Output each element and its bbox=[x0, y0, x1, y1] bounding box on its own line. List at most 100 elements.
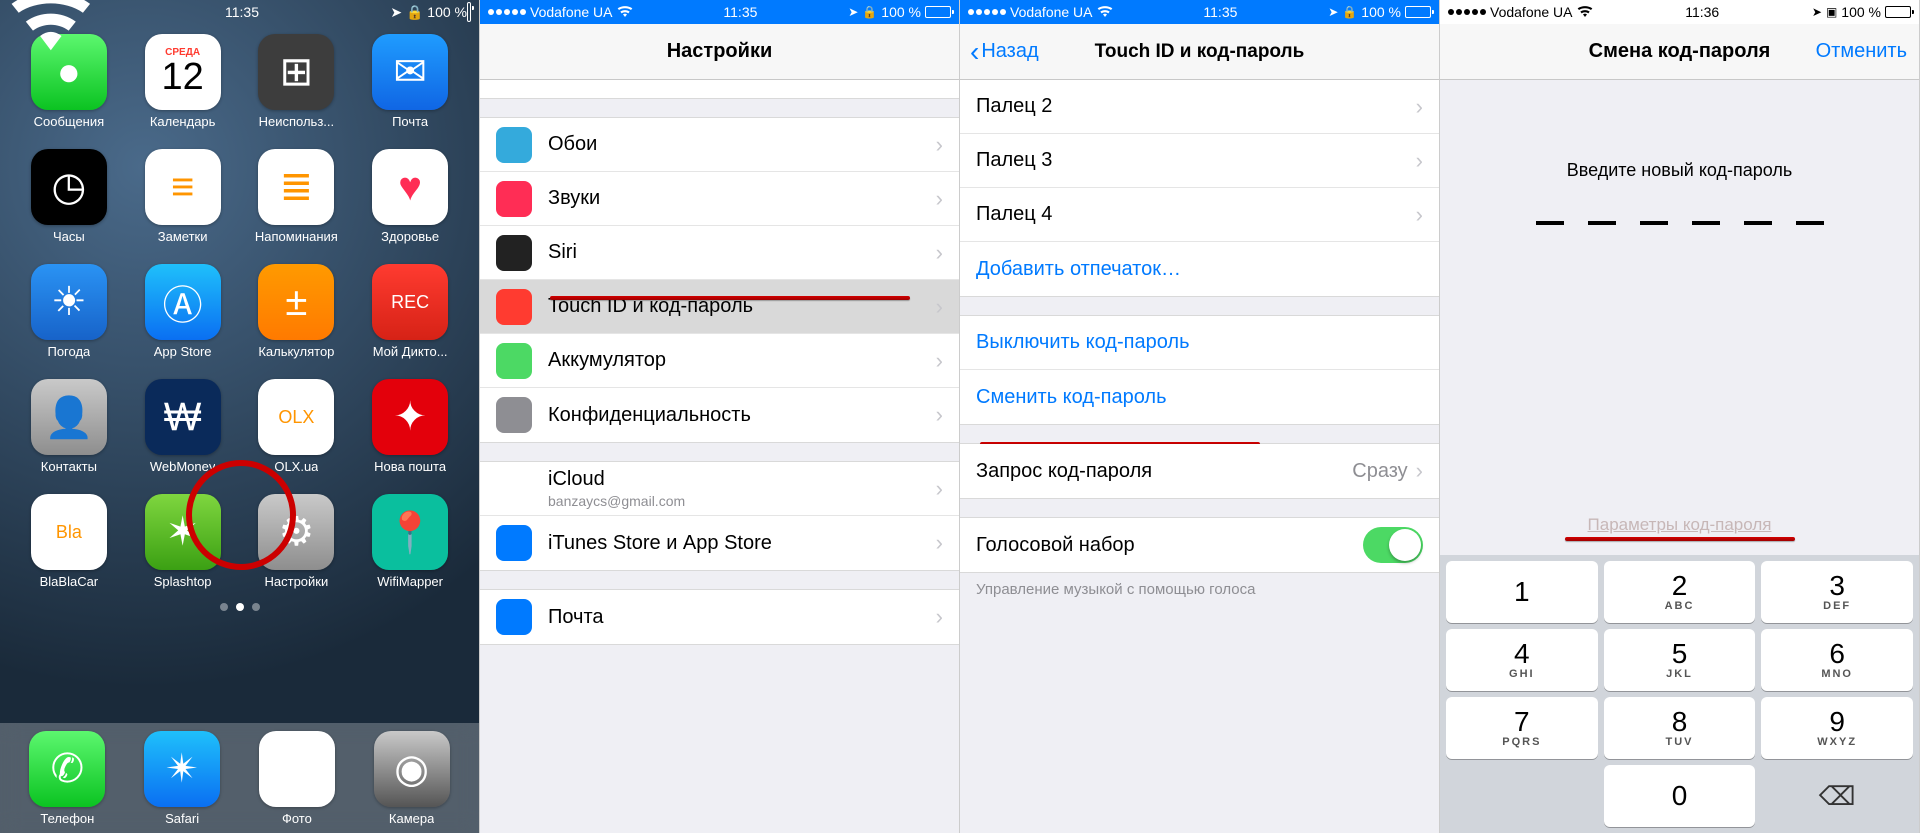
numeric-keypad: 12ABC3DEF4GHI5JKL6MNO7PQRS8TUV9WXYZ0⌫ bbox=[1440, 555, 1919, 833]
dash bbox=[1796, 221, 1824, 225]
back-button[interactable]: ‹ Назад bbox=[970, 36, 1039, 68]
battery-icon bbox=[467, 2, 471, 22]
key-number: 6 bbox=[1829, 640, 1845, 668]
screen-settings: Vodafone UA 11:35 ➤ 🔒 100 % Настройки Об… bbox=[480, 0, 960, 833]
finger-row[interactable]: Палец 2› bbox=[960, 80, 1439, 134]
key-number: 8 bbox=[1672, 708, 1688, 736]
row-sublabel: banzaycs@gmail.com bbox=[548, 493, 936, 509]
carrier-label: Vodafone UA bbox=[1010, 4, 1093, 20]
dock: ✆Телефон ✴Safari ✿Фото ◉Камера bbox=[0, 723, 479, 833]
dock-app-Safari[interactable]: ✴Safari bbox=[144, 731, 220, 826]
settings-row-iCloud[interactable]: iCloudbanzaycs@gmail.com› bbox=[480, 462, 959, 516]
app-icon: Bla bbox=[31, 494, 107, 570]
battery-icon bbox=[1405, 6, 1431, 18]
app-label: Часы bbox=[53, 229, 85, 244]
settings-row-Конфиденциальность[interactable]: Конфиденциальность› bbox=[480, 388, 959, 442]
key-1[interactable]: 1 bbox=[1446, 561, 1598, 623]
key-letters: PQRS bbox=[1502, 736, 1541, 748]
page-indicator bbox=[0, 603, 479, 611]
row-label: Почта bbox=[548, 606, 936, 629]
carrier-label: Vodafone UA bbox=[530, 4, 613, 20]
chevron-right-icon: › bbox=[1416, 94, 1423, 120]
home-background: Vodafone UA 11:35 ➤ 🔒 100 % ●СообщенияСР… bbox=[0, 0, 479, 833]
dock-app-Телефон[interactable]: ✆Телефон bbox=[29, 731, 105, 826]
app-Календарь[interactable]: СРЕДА12Календарь bbox=[132, 34, 234, 129]
app-Калькулятор[interactable]: ±Калькулятор bbox=[246, 264, 348, 359]
dock-app-Фото[interactable]: ✿Фото bbox=[259, 731, 335, 826]
settings-row-Siri[interactable]: Siri› bbox=[480, 226, 959, 280]
clock-label: 11:36 bbox=[1685, 4, 1719, 20]
app-label: Камера bbox=[389, 811, 434, 826]
screen-home: Vodafone UA 11:35 ➤ 🔒 100 % ●СообщенияСР… bbox=[0, 0, 480, 833]
row-icon bbox=[496, 127, 532, 163]
page-title: Настройки bbox=[667, 40, 773, 63]
settings-row-Почта[interactable]: Почта› bbox=[480, 590, 959, 644]
app-Мой Дикто...[interactable]: RECМой Дикто... bbox=[359, 264, 461, 359]
row-label: Палец 2 bbox=[976, 95, 1416, 118]
app-OLX.ua[interactable]: OLXOLX.ua bbox=[246, 379, 348, 474]
key-7[interactable]: 7PQRS bbox=[1446, 697, 1598, 759]
app-Контакты[interactable]: 👤Контакты bbox=[18, 379, 120, 474]
key-3[interactable]: 3DEF bbox=[1761, 561, 1913, 623]
key-letters: TUV bbox=[1665, 736, 1693, 748]
app-Часы[interactable]: ◷Часы bbox=[18, 149, 120, 244]
settings-row-Обои[interactable]: Обои› bbox=[480, 118, 959, 172]
app-Заметки[interactable]: ≡Заметки bbox=[132, 149, 234, 244]
settings-group: Обои›Звуки›Siri›Touch ID и код-пароль›Ак… bbox=[480, 117, 959, 443]
app-Нова пошта[interactable]: ✦Нова пошта bbox=[359, 379, 461, 474]
app-Напоминания[interactable]: ≣Напоминания bbox=[246, 149, 348, 244]
passcode-options-link[interactable]: Параметры код-пароля bbox=[1440, 515, 1919, 535]
key-2[interactable]: 2ABC bbox=[1604, 561, 1756, 623]
key-0[interactable]: 0 bbox=[1604, 765, 1756, 827]
app-label: Фото bbox=[282, 811, 312, 826]
row-label: Запрос код-пароля bbox=[976, 460, 1352, 483]
voice-toggle[interactable] bbox=[1363, 527, 1423, 563]
settings-group: Почта› bbox=[480, 589, 959, 645]
signal-dots-icon bbox=[968, 9, 1006, 15]
app-Неиспольз...[interactable]: ⊞Неиспольз... bbox=[246, 34, 348, 129]
app-Splashtop[interactable]: ✶Splashtop bbox=[132, 494, 234, 589]
orientation-lock-icon: 🔒 bbox=[1342, 5, 1357, 19]
chevron-right-icon: › bbox=[936, 240, 943, 266]
key-number: 7 bbox=[1514, 708, 1530, 736]
row-label: Звуки bbox=[548, 187, 936, 210]
key-5[interactable]: 5JKL bbox=[1604, 629, 1756, 691]
change-passcode-button[interactable]: Сменить код-пароль bbox=[960, 370, 1439, 424]
app-Здоровье[interactable]: ♥Здоровье bbox=[359, 149, 461, 244]
settings-row-iTunes Store и App Store[interactable]: iTunes Store и App Store› bbox=[480, 516, 959, 570]
signal-dots-icon bbox=[488, 9, 526, 15]
request-passcode-row[interactable]: Запрос код-пароля Сразу › bbox=[960, 444, 1439, 498]
app-icon: ✶ bbox=[145, 494, 221, 570]
row-label: Палец 4 bbox=[976, 203, 1416, 226]
app-Погода[interactable]: ☀Погода bbox=[18, 264, 120, 359]
key-number: 5 bbox=[1672, 640, 1688, 668]
key-blank bbox=[1446, 765, 1598, 827]
finger-row[interactable]: Палец 4› bbox=[960, 188, 1439, 242]
app-WifiMapper[interactable]: 📍WifiMapper bbox=[359, 494, 461, 589]
add-fingerprint-button[interactable]: Добавить отпечаток… bbox=[960, 242, 1439, 296]
settings-row-Аккумулятор[interactable]: Аккумулятор› bbox=[480, 334, 959, 388]
finger-row[interactable]: Палец 3› bbox=[960, 134, 1439, 188]
key-6[interactable]: 6MNO bbox=[1761, 629, 1913, 691]
key-delete[interactable]: ⌫ bbox=[1761, 765, 1913, 827]
app-Почта[interactable]: ✉Почта bbox=[359, 34, 461, 129]
disable-passcode-button[interactable]: Выключить код-пароль bbox=[960, 316, 1439, 370]
app-icon: Ⓐ bbox=[145, 264, 221, 340]
row-partial[interactable] bbox=[480, 80, 959, 98]
app-App Store[interactable]: ⒶApp Store bbox=[132, 264, 234, 359]
app-icon: ✆ bbox=[29, 731, 105, 807]
key-4[interactable]: 4GHI bbox=[1446, 629, 1598, 691]
key-9[interactable]: 9WXYZ bbox=[1761, 697, 1913, 759]
key-8[interactable]: 8TUV bbox=[1604, 697, 1756, 759]
settings-row-Звуки[interactable]: Звуки› bbox=[480, 172, 959, 226]
app-WebMoney[interactable]: ₩WebMoney bbox=[132, 379, 234, 474]
settings-row-Touch ID и код-пароль[interactable]: Touch ID и код-пароль› bbox=[480, 280, 959, 334]
clock-label: 11:35 bbox=[1203, 4, 1237, 20]
dock-app-Камера[interactable]: ◉Камера bbox=[374, 731, 450, 826]
chevron-left-icon: ‹ bbox=[970, 36, 979, 68]
app-Настройки[interactable]: ⚙Настройки bbox=[246, 494, 348, 589]
app-BlaBlaCar[interactable]: BlaBlaBlaCar bbox=[18, 494, 120, 589]
page-title: Touch ID и код-пароль bbox=[1095, 41, 1305, 63]
cancel-button[interactable]: Отменить bbox=[1816, 40, 1907, 63]
app-icon: OLX bbox=[258, 379, 334, 455]
